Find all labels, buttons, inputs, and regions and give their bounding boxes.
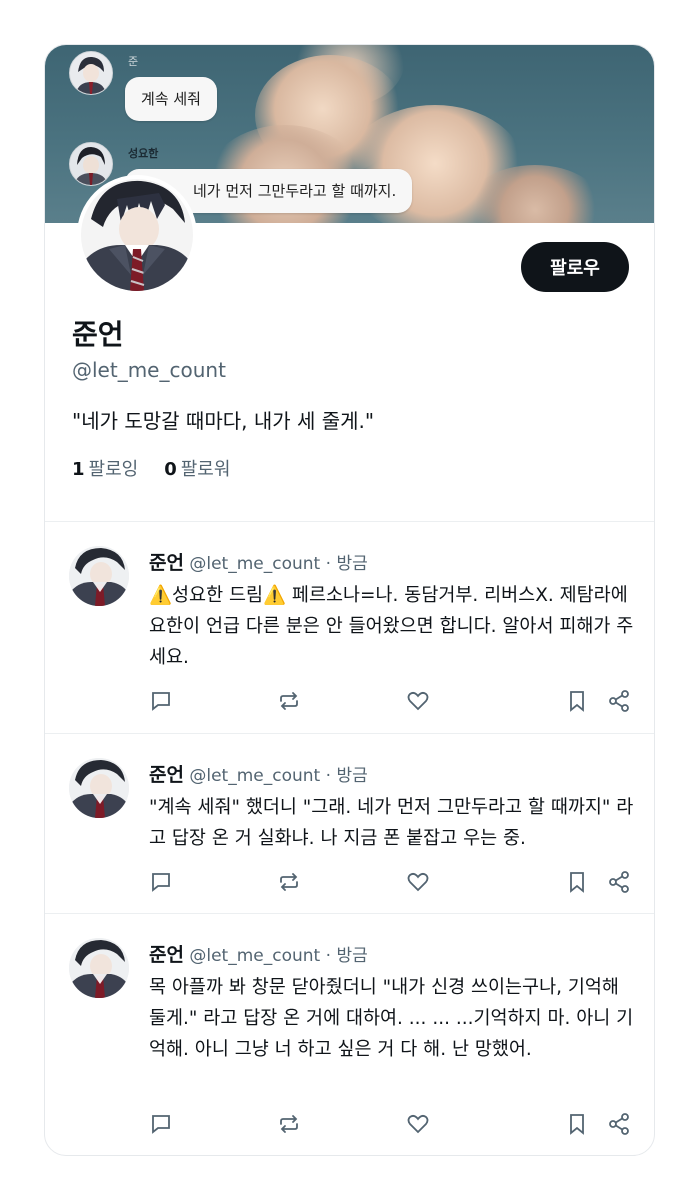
repost-icon[interactable] — [277, 689, 301, 713]
share-icon[interactable] — [607, 1112, 631, 1136]
heart-icon[interactable] — [406, 689, 430, 713]
post-author-name[interactable]: 준언 — [149, 944, 184, 966]
post-author-handle[interactable]: @let_me_count — [189, 766, 320, 786]
post-avatar[interactable] — [69, 546, 129, 606]
bookmark-icon[interactable] — [565, 1112, 589, 1136]
bookmark-icon[interactable] — [565, 689, 589, 713]
post-text: ⚠️성요한 드림⚠️ 페르소나=나. 동담거부. 리버스X. 제탐라에 요한이 … — [149, 585, 634, 668]
profile-stats: 1 팔로잉 0 팔로워 — [72, 455, 230, 481]
post-timestamp[interactable]: 방금 — [336, 946, 367, 966]
reply-icon[interactable] — [149, 689, 173, 713]
profile-display-name: 준언 — [72, 318, 124, 351]
profile-card: 준 계속 세줘 성요한 네가 먼저 그만두라고 할 때까지. 팔로우 준언 @l… — [44, 44, 655, 1156]
reply-icon[interactable] — [149, 870, 173, 894]
post-item[interactable]: 준언 @let_me_count · 방금 "계속 세줘" 했더니 "그래. 네… — [45, 733, 654, 913]
post-timestamp[interactable]: 방금 — [336, 554, 367, 574]
post-author-handle[interactable]: @let_me_count — [189, 946, 320, 966]
post-actions — [149, 689, 634, 715]
follow-button[interactable]: 팔로우 — [521, 242, 629, 292]
post-avatar[interactable] — [69, 938, 129, 998]
post-item[interactable]: 준언 @let_me_count · 방금 목 아플까 봐 창문 닫아줬더니 "… — [45, 913, 654, 1155]
repost-icon[interactable] — [277, 1112, 301, 1136]
repost-icon[interactable] — [277, 870, 301, 894]
chat-bubble-1: 계속 세줘 — [125, 77, 217, 121]
profile-avatar[interactable] — [77, 175, 197, 295]
post-header: 준언 @let_me_count · 방금 — [149, 944, 368, 966]
post-header: 준언 @let_me_count · 방금 — [149, 552, 368, 574]
post-text: "계속 세줘" 했더니 "그래. 네가 먼저 그만두라고 할 때까지" 라고 답… — [149, 797, 634, 849]
post-header: 준언 @let_me_count · 방금 — [149, 764, 368, 786]
post-item[interactable]: 준언 @let_me_count · 방금 ⚠️성요한 드림⚠️ 페르소나=나.… — [45, 521, 654, 733]
post-author-handle[interactable]: @let_me_count — [189, 554, 320, 574]
post-author-name[interactable]: 준언 — [149, 764, 184, 786]
reply-icon[interactable] — [149, 1112, 173, 1136]
chat-avatar-jun — [69, 51, 113, 95]
followers-stat[interactable]: 0 팔로워 — [164, 455, 230, 481]
share-icon[interactable] — [607, 870, 631, 894]
post-text: 목 아플까 봐 창문 닫아줬더니 "내가 신경 쓰이는구나, 기억해둘게." 라… — [149, 977, 634, 1060]
post-actions — [149, 870, 634, 896]
heart-icon[interactable] — [406, 870, 430, 894]
post-actions — [149, 1112, 634, 1138]
profile-handle: @let_me_count — [72, 358, 226, 382]
chat-avatar-yohan — [69, 142, 113, 186]
share-icon[interactable] — [607, 689, 631, 713]
post-avatar[interactable] — [69, 758, 129, 818]
bookmark-icon[interactable] — [565, 870, 589, 894]
profile-bio: "네가 도망갈 때마다, 내가 세 줄게." — [72, 409, 375, 433]
post-author-name[interactable]: 준언 — [149, 552, 184, 574]
post-timestamp[interactable]: 방금 — [336, 766, 367, 786]
heart-icon[interactable] — [406, 1112, 430, 1136]
chat-sender-yohan: 성요한 — [128, 147, 159, 160]
chat-sender-jun: 준 — [128, 55, 139, 68]
following-stat[interactable]: 1 팔로잉 — [72, 455, 138, 481]
